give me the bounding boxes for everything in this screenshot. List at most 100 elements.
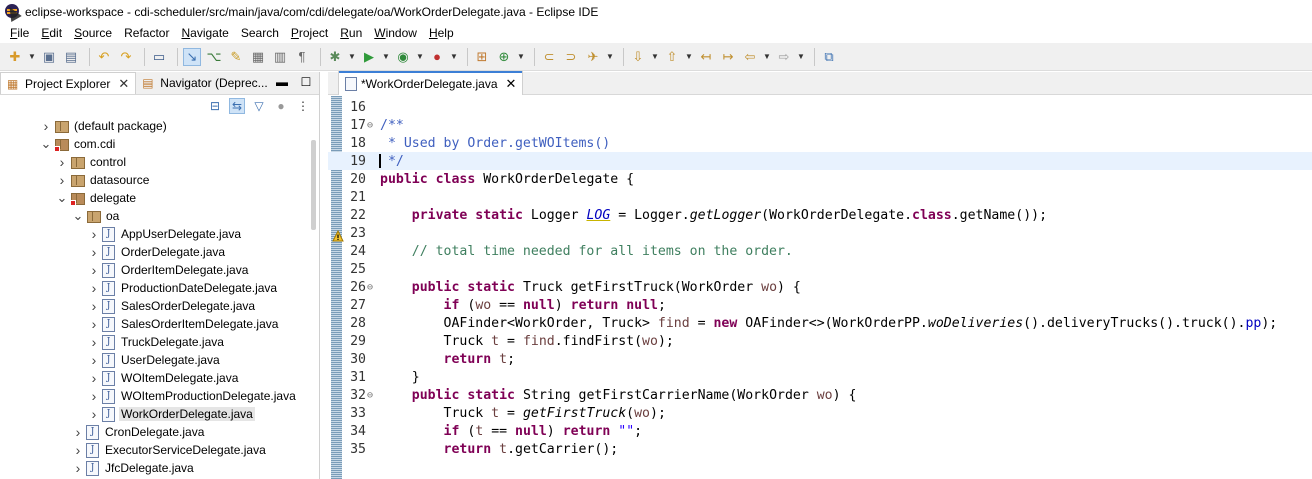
chevron-right-icon[interactable]: › (88, 406, 100, 422)
run-dropdown-icon[interactable]: ▼ (382, 52, 390, 61)
minimize-icon[interactable]: ▬ (275, 75, 289, 89)
show-whitespace-icon[interactable]: ¶ (293, 48, 311, 66)
back-icon[interactable]: ⇦ (741, 48, 759, 66)
code-line[interactable]: 34 if (t == null) return ""; (328, 422, 1312, 440)
code-line[interactable]: 19 */ (328, 152, 1312, 170)
undo-icon[interactable]: ↶ (95, 48, 113, 66)
view-menu-icon[interactable]: ⋮ (295, 98, 311, 114)
menu-project[interactable]: Project (285, 26, 334, 40)
code-line[interactable]: 28 OAFinder<WorkOrder, Truck> find = new… (328, 314, 1312, 332)
tree-item[interactable]: › J OrderDelegate.java (0, 243, 319, 261)
save-all-icon[interactable]: ▤ (62, 48, 80, 66)
debug-dropdown-icon[interactable]: ▼ (348, 52, 356, 61)
search-icon[interactable]: ✈ (584, 48, 602, 66)
previous-annotation-icon[interactable]: ⇧ (663, 48, 681, 66)
chevron-right-icon[interactable]: › (72, 460, 84, 476)
code-line[interactable]: 27 if (wo == null) return null; (328, 296, 1312, 314)
chevron-right-icon[interactable]: › (88, 280, 100, 296)
fold-toggle-icon[interactable]: ⊖ (367, 390, 377, 401)
forward-edit-icon[interactable]: ↦ (719, 48, 737, 66)
close-icon[interactable]: ✕ (118, 76, 129, 92)
chevron-right-icon[interactable]: › (56, 154, 68, 170)
menu-navigate[interactable]: Navigate (175, 26, 234, 40)
close-icon[interactable]: ✕ (506, 76, 517, 92)
tree-item[interactable]: › J TruckDelegate.java (0, 333, 319, 351)
tree-item[interactable]: › J UserDelegate.java (0, 351, 319, 369)
chevron-right-icon[interactable]: › (56, 172, 68, 188)
debug-icon[interactable]: ✱ (326, 48, 344, 66)
chevron-right-icon[interactable]: › (88, 316, 100, 332)
eclipse-app-icon[interactable] (3, 3, 22, 22)
tree-item[interactable]: ⌄ oa (0, 207, 319, 225)
chevron-right-icon[interactable]: › (88, 352, 100, 368)
tree-item[interactable]: › J WOItemProductionDelegate.java (0, 387, 319, 405)
toggle-breadcrumb-icon[interactable]: ⌥ (205, 48, 223, 66)
tree-item[interactable]: › J JfcDelegate.java (0, 459, 319, 477)
run-icon[interactable]: ▶ (360, 48, 378, 66)
code-editor[interactable]: 16 17 ⊖/** 18 * Used by Order.getWOItems() 1… (328, 96, 1312, 479)
mark-occurrences-icon[interactable]: ✎ (227, 48, 245, 66)
save-icon[interactable]: ▣ (40, 48, 58, 66)
menu-search[interactable]: Search (235, 26, 285, 40)
code-line[interactable]: 17 ⊖/** (328, 116, 1312, 134)
focus-on-active-task-icon[interactable]: ● (273, 98, 289, 114)
code-line[interactable]: 23 (328, 224, 1312, 242)
next-annotation-dropdown-icon[interactable]: ▼ (651, 52, 659, 61)
code-line[interactable]: 25 (328, 260, 1312, 278)
maximize-icon[interactable]: ☐ (299, 75, 313, 89)
collapse-all-icon[interactable]: ⊟ (207, 98, 223, 114)
chevron-right-icon[interactable]: › (88, 298, 100, 314)
tree-item[interactable]: ⌄ com.cdi (0, 135, 319, 153)
external-tools-icon[interactable]: ● (428, 48, 446, 66)
tree-item[interactable]: › J SalesOrderItemDelegate.java (0, 315, 319, 333)
tree-item[interactable]: › J ProductionDateDelegate.java (0, 279, 319, 297)
external-tools-dropdown-icon[interactable]: ▼ (450, 52, 458, 61)
redo-icon[interactable]: ↷ (117, 48, 135, 66)
tree-item[interactable]: › J WOItemDelegate.java (0, 369, 319, 387)
code-line[interactable]: 22 private static Logger LOG = Logger.ge… (328, 206, 1312, 224)
code-line[interactable]: 35 return t.getCarrier(); (328, 440, 1312, 458)
code-line[interactable]: 21 (328, 188, 1312, 206)
menu-help[interactable]: Help (423, 26, 460, 40)
open-type-icon[interactable]: ⊂ (540, 48, 558, 66)
tree-item[interactable]: › datasource (0, 171, 319, 189)
tree-scrollbar[interactable] (311, 140, 316, 230)
code-line[interactable]: 24 // total time needed for all items on… (328, 242, 1312, 260)
tree-item[interactable]: › (default package) (0, 117, 319, 135)
code-line[interactable]: 31 } (328, 368, 1312, 386)
code-line[interactable]: 30 return t; (328, 350, 1312, 368)
chevron-right-icon[interactable]: › (88, 388, 100, 404)
tree-item[interactable]: › J ExecutorServiceDelegate.java (0, 441, 319, 459)
menu-source[interactable]: Source (68, 26, 118, 40)
chevron-right-icon[interactable]: › (88, 244, 100, 260)
terminal-icon[interactable]: ▭ (150, 48, 168, 66)
code-line[interactable]: 16 (328, 98, 1312, 116)
search-dropdown-icon[interactable]: ▼ (606, 52, 614, 61)
chevron-right-icon[interactable]: › (88, 226, 100, 242)
link-with-editor-icon[interactable]: ↘ (183, 47, 201, 66)
code-line[interactable]: 20 public class WorkOrderDelegate { (328, 170, 1312, 188)
code-line[interactable]: 29 Truck t = find.findFirst(wo); (328, 332, 1312, 350)
menu-file[interactable]: File (4, 26, 35, 40)
new-class-dropdown-icon[interactable]: ▼ (517, 52, 525, 61)
tab-workorderdelegate[interactable]: *WorkOrderDelegate.java ✕ (338, 71, 524, 95)
new-icon[interactable]: ✚ (6, 48, 24, 66)
new-java-package-icon[interactable]: ⊞ (473, 48, 491, 66)
fold-toggle-icon[interactable]: ⊖ (367, 120, 377, 131)
chevron-down-icon[interactable]: ⌄ (40, 136, 52, 152)
open-perspective-icon[interactable]: ⧉ (820, 48, 838, 66)
forward-icon[interactable]: ⇨ (775, 48, 793, 66)
chevron-right-icon[interactable]: › (88, 370, 100, 386)
coverage-icon[interactable]: ◉ (394, 48, 412, 66)
previous-annotation-dropdown-icon[interactable]: ▼ (685, 52, 693, 61)
tree-item[interactable]: › J SalesOrderDelegate.java (0, 297, 319, 315)
new-java-class-icon[interactable]: ⊕ (495, 48, 513, 66)
menu-refactor[interactable]: Refactor (118, 26, 175, 40)
block-selection-icon[interactable]: ▦ (249, 48, 267, 66)
code-line[interactable]: 26 ⊖ public static Truck getFirstTruck(Wo… (328, 278, 1312, 296)
tab-navigator[interactable]: ▤ Navigator (Deprec... (136, 72, 273, 94)
tree-item[interactable]: › J WorkOrderDelegate.java (0, 405, 319, 423)
code-line[interactable]: 33 Truck t = getFirstTruck(wo); (328, 404, 1312, 422)
chevron-down-icon[interactable]: ⌄ (72, 208, 84, 224)
tab-project-explorer[interactable]: ▦ Project Explorer ✕ (0, 72, 137, 94)
